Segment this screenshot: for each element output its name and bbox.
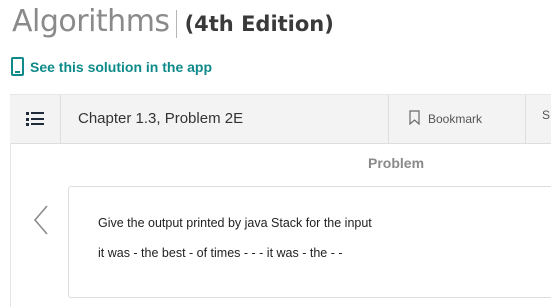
book-edition: (4th Edition) (184, 12, 334, 36)
problem-panel: Problem Give the output printed by java … (10, 143, 551, 307)
chapter-menu-button[interactable] (10, 95, 61, 143)
bookmark-label: Bookmark (428, 112, 483, 126)
phone-icon (11, 57, 24, 76)
book-title: Algorithms (4th Edition) (12, 4, 334, 44)
bookmark-button[interactable]: Bookmark (388, 95, 526, 143)
share-button[interactable]: S (542, 108, 550, 122)
book-name: Algorithms (12, 4, 170, 39)
title-divider (175, 10, 177, 38)
bookmark-icon (409, 110, 420, 128)
see-in-app-link[interactable]: See this solution in the app (11, 57, 212, 76)
chapter-problem-label: Chapter 1.3, Problem 2E (78, 110, 244, 127)
previous-button[interactable] (33, 205, 49, 240)
problem-card: Give the output printed by java Stack fo… (68, 186, 551, 298)
problem-text-line-1: Give the output printed by java Stack fo… (98, 216, 372, 230)
see-in-app-label: See this solution in the app (30, 58, 213, 75)
list-icon (26, 112, 44, 126)
problem-text-line-2: it was - the best - of times - - - it wa… (98, 246, 343, 260)
problem-heading: Problem (368, 155, 425, 171)
solution-page: Algorithms (4th Edition) See this soluti… (0, 0, 551, 307)
chevron-left-icon (33, 205, 48, 235)
solution-toolbar: Chapter 1.3, Problem 2E Bookmark S (10, 94, 551, 144)
